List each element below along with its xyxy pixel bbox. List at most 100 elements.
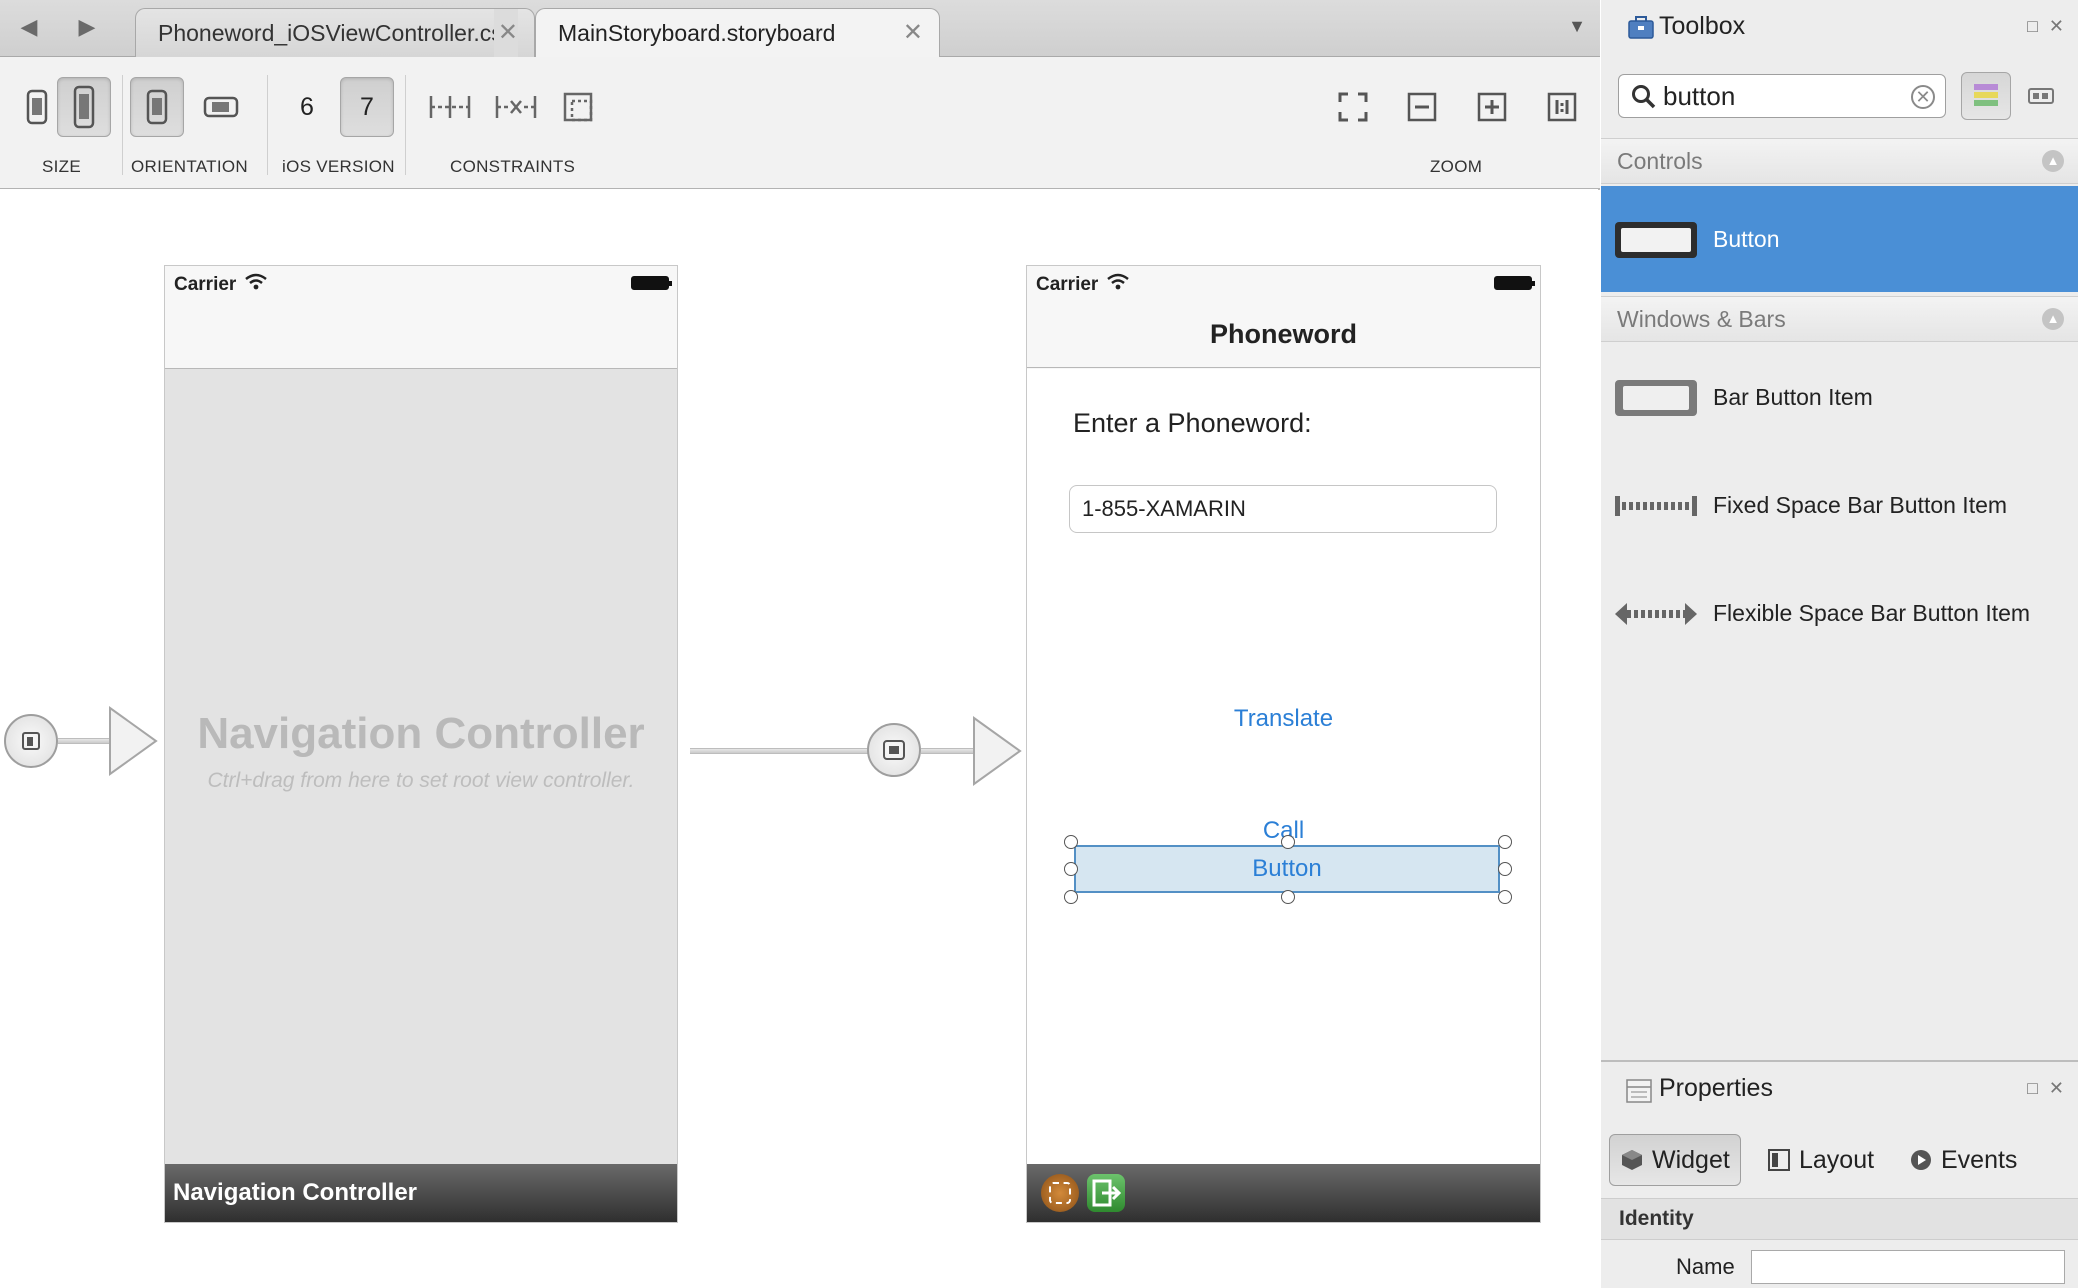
maximize-icon[interactable]: □ bbox=[2027, 1078, 2038, 1099]
toolbox-item-label: Bar Button Item bbox=[1713, 384, 1873, 410]
tab-phoneword-viewcontroller[interactable]: Phoneword_iOSViewController.cs ✕ bbox=[135, 8, 535, 57]
zoom-in-button[interactable] bbox=[1465, 77, 1519, 137]
status-bar: Carrier bbox=[165, 266, 677, 300]
nav-title: Phoneword bbox=[1210, 319, 1357, 349]
placeholder-title: Navigation Controller bbox=[197, 709, 645, 758]
category-controls[interactable]: Controls ▲ bbox=[1601, 138, 2078, 184]
name-field[interactable] bbox=[1751, 1250, 2065, 1284]
navigation-controller-scene[interactable]: Carrier Navigation Controller Ctrl+drag … bbox=[164, 265, 678, 1223]
phone-number-text-field[interactable]: 1-855-XAMARIN bbox=[1069, 485, 1497, 533]
view-controller-view[interactable]: Enter a Phoneword: 1-855-XAMARIN Transla… bbox=[1027, 369, 1540, 1164]
toolbox-search-input[interactable] bbox=[1663, 81, 1903, 111]
wifi-icon bbox=[1107, 273, 1129, 290]
add-constraints-button[interactable] bbox=[423, 77, 477, 137]
close-icon[interactable]: ✕ bbox=[903, 9, 923, 57]
scene-dock[interactable] bbox=[1027, 1164, 1540, 1222]
maximize-icon[interactable]: □ bbox=[2027, 16, 2038, 37]
initial-view-controller-segue[interactable] bbox=[4, 714, 58, 768]
storyboard-entry-icon bbox=[22, 732, 40, 750]
tab-events[interactable]: Events bbox=[1899, 1134, 2027, 1186]
collapse-icon[interactable]: ▲ bbox=[2042, 150, 2064, 172]
category-view-button[interactable] bbox=[1961, 72, 2011, 120]
zoom-actual-size-button[interactable] bbox=[1535, 77, 1589, 137]
navigation-bar[interactable]: Phoneword bbox=[1027, 300, 1540, 368]
toolbar-divider bbox=[405, 75, 406, 175]
toolbox-search[interactable]: ✕ bbox=[1618, 74, 1946, 118]
resize-handle[interactable] bbox=[1498, 890, 1512, 904]
new-button-selected[interactable]: Button bbox=[1074, 845, 1500, 893]
category-label: Controls bbox=[1617, 148, 1703, 174]
resize-handle[interactable] bbox=[1064, 890, 1078, 904]
identity-section-header[interactable]: Identity bbox=[1601, 1198, 2078, 1240]
clear-constraints-icon bbox=[495, 96, 537, 118]
compact-view-button[interactable] bbox=[2016, 72, 2066, 120]
phoneword-prompt-label[interactable]: Enter a Phoneword: bbox=[1073, 408, 1312, 439]
view-controller-icon[interactable] bbox=[1041, 1174, 1079, 1212]
toolbox-item-button[interactable]: Button bbox=[1601, 186, 2078, 292]
tab-widget[interactable]: Widget bbox=[1609, 1134, 1741, 1186]
resize-handle[interactable] bbox=[1498, 862, 1512, 876]
size-tall-phone-button[interactable] bbox=[57, 77, 111, 137]
ios6-button[interactable]: 6 bbox=[280, 77, 334, 137]
resize-handle[interactable] bbox=[1064, 862, 1078, 876]
zoom-in-icon bbox=[1477, 92, 1507, 122]
tab-mainstoryboard[interactable]: MainStoryboard.storyboard ✕ bbox=[535, 8, 940, 58]
close-icon[interactable]: ✕ bbox=[493, 9, 518, 57]
frame-constraints-button[interactable] bbox=[551, 77, 605, 137]
portrait-orientation-button[interactable] bbox=[130, 77, 184, 137]
back-arrow-icon[interactable]: ◀ bbox=[16, 14, 42, 40]
toolbox-item-fixed-space[interactable]: Fixed Space Bar Button Item bbox=[1601, 452, 2078, 558]
storyboard-canvas[interactable]: Carrier Navigation Controller Ctrl+drag … bbox=[0, 190, 1600, 1288]
remove-constraints-button[interactable] bbox=[489, 77, 543, 137]
battery-icon bbox=[631, 276, 672, 290]
document-tab-bar: ◀ ▶ Phoneword_iOSViewController.cs ✕ Mai… bbox=[0, 0, 1600, 58]
tab-label: Events bbox=[1941, 1146, 2018, 1174]
carrier-label: Carrier bbox=[1036, 274, 1099, 295]
toolbox-icon bbox=[1628, 16, 1654, 39]
ios-version-label: iOS VERSION bbox=[282, 157, 395, 176]
pin-constraints-icon bbox=[429, 96, 471, 118]
zoom-out-button[interactable] bbox=[1395, 77, 1449, 137]
tab-list-dropdown-icon[interactable]: ▼ bbox=[1568, 16, 1586, 37]
resize-handle[interactable] bbox=[1498, 835, 1512, 849]
navigation-controller-placeholder[interactable]: Navigation Controller Ctrl+drag from her… bbox=[165, 368, 677, 1164]
translate-button[interactable]: Translate bbox=[1027, 705, 1540, 733]
status-bar: Carrier bbox=[1027, 266, 1540, 300]
toolbox-pane: Toolbox □ ✕ ✕ Controls ▲ Button Windows … bbox=[1601, 0, 2078, 1060]
collapse-icon[interactable]: ▲ bbox=[2042, 308, 2064, 330]
toolbox-item-bar-button-item[interactable]: Bar Button Item bbox=[1601, 344, 2078, 450]
close-icon[interactable]: ✕ bbox=[2049, 1078, 2064, 1099]
toolbar-divider bbox=[122, 75, 123, 175]
size-small-phone-button[interactable] bbox=[10, 77, 64, 137]
resize-handle[interactable] bbox=[1281, 835, 1295, 849]
zoom-fit-button[interactable] bbox=[1326, 77, 1380, 137]
forward-arrow-icon[interactable]: ▶ bbox=[74, 14, 100, 40]
category-label: Windows & Bars bbox=[1617, 306, 1786, 332]
ios6-label: 6 bbox=[300, 92, 314, 121]
toolbox-item-label: Button bbox=[1713, 226, 1780, 252]
clear-search-icon[interactable]: ✕ bbox=[1911, 85, 1935, 109]
size-label: SIZE bbox=[42, 157, 81, 176]
battery-icon bbox=[1494, 276, 1535, 290]
toolbox-header: Toolbox □ ✕ bbox=[1601, 0, 2078, 56]
landscape-orientation-button[interactable] bbox=[194, 77, 248, 137]
events-icon bbox=[1911, 1150, 1931, 1170]
resize-handle[interactable] bbox=[1281, 890, 1295, 904]
segue-line bbox=[690, 748, 872, 754]
tab-label: Widget bbox=[1652, 1146, 1730, 1174]
close-icon[interactable]: ✕ bbox=[2049, 16, 2064, 37]
properties-pane: Properties □ ✕ Widget Layout Events Iden… bbox=[1601, 1060, 2078, 1288]
phoneword-view-controller-scene[interactable]: Carrier Phoneword Enter a Phoneword: 1-8… bbox=[1026, 265, 1541, 1223]
ios7-button[interactable]: 7 bbox=[340, 77, 394, 137]
exit-icon[interactable] bbox=[1087, 1174, 1125, 1212]
zoom-fit-icon bbox=[1338, 92, 1368, 122]
wifi-icon bbox=[245, 273, 267, 290]
frame-icon bbox=[563, 92, 593, 122]
resize-handle[interactable] bbox=[1064, 835, 1078, 849]
category-windows-bars[interactable]: Windows & Bars ▲ bbox=[1601, 296, 2078, 342]
segue-arrow-icon bbox=[109, 706, 158, 776]
scene-dock[interactable]: Navigation Controller bbox=[165, 1164, 677, 1222]
tab-layout[interactable]: Layout bbox=[1757, 1134, 1884, 1186]
push-segue[interactable] bbox=[867, 723, 921, 777]
toolbox-item-flexible-space[interactable]: Flexible Space Bar Button Item bbox=[1601, 560, 2078, 666]
